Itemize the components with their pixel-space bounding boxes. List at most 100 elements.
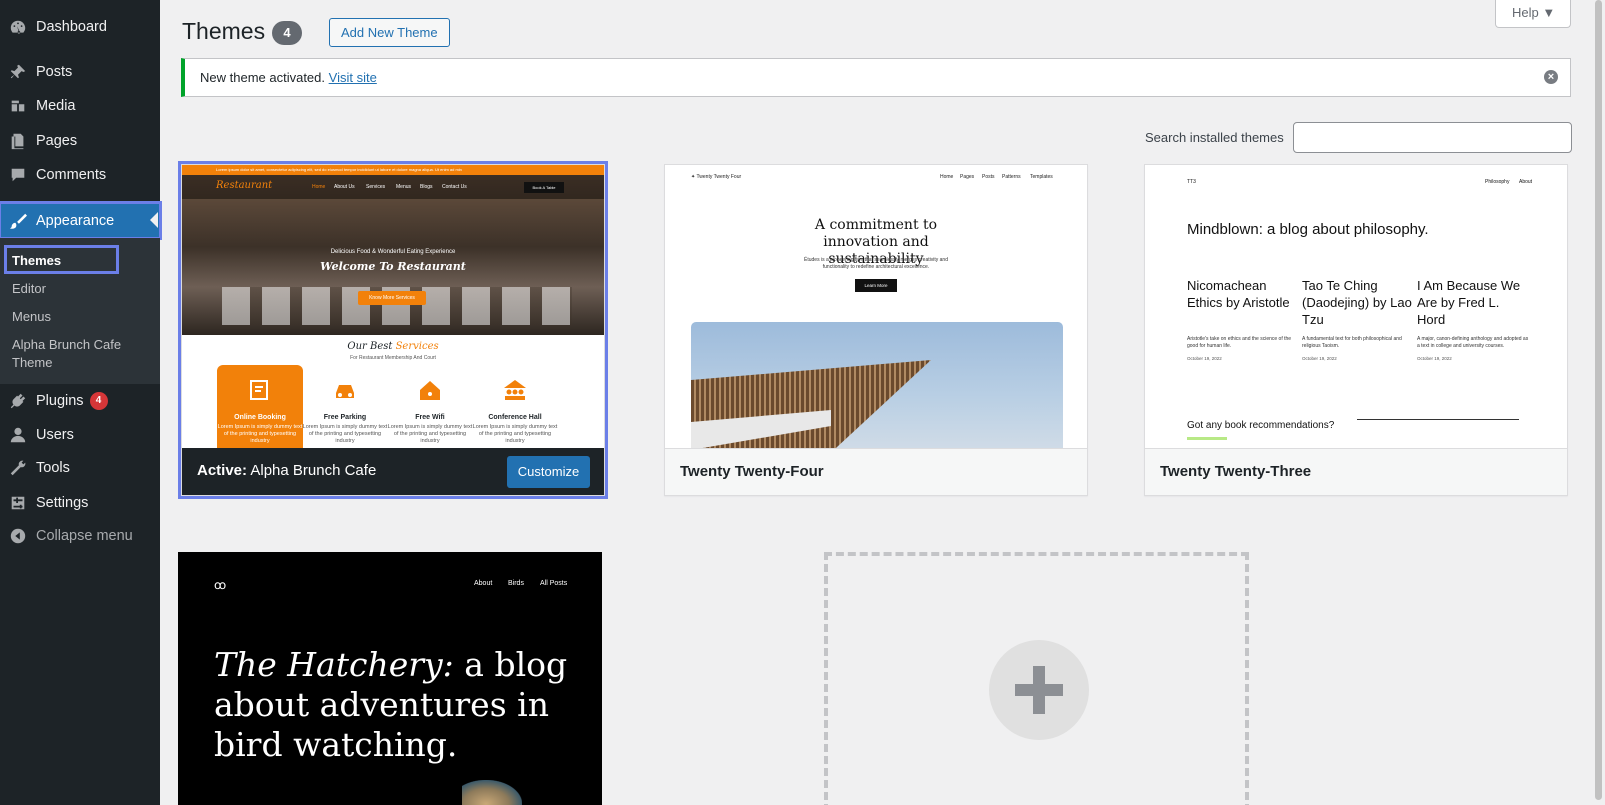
visit-site-link[interactable]: Visit site [329, 70, 377, 85]
theme-card-twenty-twenty-three[interactable]: TT3 Philosophy About Mindblown: a blog a… [1144, 164, 1568, 496]
submenu-theme-page[interactable]: Alpha Brunch Cafe Theme [12, 336, 132, 372]
service-desc: Lorem Ipsum is simply dummy text of the … [472, 424, 558, 444]
pages-icon [0, 132, 36, 150]
heading-italic: The Hatchery: [214, 645, 454, 684]
preview-site-name: Twenty Twenty Four [696, 174, 742, 180]
theme-screenshot: TT3 Philosophy About Mindblown: a blog a… [1145, 165, 1567, 448]
service-card: Conference Hall Lorem Ipsum is simply du… [472, 365, 558, 448]
nav-item: Services [366, 184, 386, 190]
preview-site-title: TT3 [1187, 179, 1196, 185]
book-table-button: Book A Table [524, 182, 564, 193]
preview-nav-item: Templates [1030, 174, 1053, 180]
menu-label: Media [36, 98, 76, 114]
menu-pages[interactable]: Pages [0, 124, 160, 158]
menu-tools[interactable]: Tools [0, 451, 160, 485]
restaurant-logo: Restaurant [216, 180, 273, 191]
settings-icon [0, 494, 36, 512]
services-heading: Our Best Services [182, 341, 604, 352]
customize-button[interactable]: Customize [507, 456, 590, 488]
paintbrush-icon [0, 212, 36, 230]
accent-bar [1187, 437, 1227, 440]
page-scrollbar[interactable] [1592, 0, 1605, 805]
wifi-house-icon [420, 381, 440, 400]
submenu-editor[interactable]: Editor [12, 280, 46, 298]
submenu-menus[interactable]: Menus [12, 308, 51, 326]
menu-media[interactable]: Media [0, 89, 160, 123]
theme-card-twenty-twenty-four[interactable]: ✦ Twenty Twenty Four Home Pages Posts Pa… [664, 164, 1088, 496]
menu-settings[interactable]: Settings [0, 486, 160, 520]
menu-appearance[interactable]: Appearance [0, 201, 162, 240]
service-title: Free Parking [323, 414, 367, 421]
service-card: Free Parking Lorem Ipsum is simply dummy… [302, 365, 388, 448]
menu-label: Collapse menu [36, 528, 133, 544]
admin-sidebar: Dashboard Posts Media Pages Comments App… [0, 0, 162, 805]
collapse-icon [0, 527, 36, 545]
nav-item: Home [312, 184, 326, 190]
theme-name-bar: Twenty Twenty-Three [1145, 448, 1567, 495]
pushpin-icon [0, 63, 36, 81]
dismiss-icon[interactable]: × [1544, 70, 1558, 84]
preview-nav-item: Pages [960, 174, 975, 180]
preview-nav-item: Patterns [1002, 174, 1021, 180]
theme-card-alpha-brunch-cafe[interactable]: Lorem ipsum dolor sit amet, consectetur … [178, 161, 608, 499]
menu-comments[interactable]: Comments [0, 158, 160, 192]
active-label: Active: [197, 462, 248, 479]
comments-icon [0, 166, 36, 184]
post-excerpt: A fundamental text for both philosophica… [1302, 336, 1402, 349]
preview-nav-item: About [1519, 179, 1533, 185]
themes-screen: Themes 4 Add New Theme Help ▼ New theme … [160, 0, 1605, 805]
add-new-theme-card[interactable] [824, 552, 1249, 805]
dashboard-icon [0, 18, 36, 36]
post-date: October 19, 2022 [1417, 356, 1452, 361]
menu-plugins[interactable]: Plugins 4 [0, 384, 160, 418]
service-title: Conference Hall [488, 414, 542, 421]
media-icon [0, 97, 36, 115]
menu-dashboard[interactable]: Dashboard [0, 10, 160, 44]
post-date: October 19, 2022 [1187, 356, 1222, 361]
add-new-theme-button[interactable]: Add New Theme [329, 18, 450, 47]
menu-label: Pages [36, 133, 78, 149]
menu-users[interactable]: Users [0, 418, 160, 452]
post-title: Tao Te Ching (Daodejing) by Lao Tzu [1302, 278, 1412, 327]
theme-card-hatchery[interactable]: ꝏ About Birds All Posts The Hatchery: a … [178, 552, 602, 805]
menu-label: Appearance [36, 212, 115, 229]
menu-label: Comments [36, 167, 107, 183]
plugin-icon [0, 392, 36, 410]
preview-building-image [691, 322, 1063, 448]
menu-label: Tools [36, 460, 70, 476]
preview-nav-item: About [474, 580, 493, 587]
service-desc: Lorem Ipsum is simply dummy text of the … [217, 424, 303, 444]
car-icon [336, 385, 354, 398]
theme-activated-notice: New theme activated. Visit site × [181, 58, 1571, 97]
preview-nav-item: Home [940, 174, 954, 180]
wrench-icon [0, 459, 36, 477]
scrollbar-thumb[interactable] [1595, 0, 1602, 800]
themes-highlight-box [4, 245, 119, 274]
preview-site-title: ✦ Twenty Twenty Four [691, 174, 742, 180]
search-installed-themes-input[interactable] [1293, 122, 1572, 153]
collapse-menu-button[interactable]: Collapse menu [0, 519, 160, 553]
menu-label: Posts [36, 64, 73, 80]
theme-name-bar: Twenty Twenty-Four [665, 448, 1087, 495]
page-title: Themes [182, 18, 266, 44]
menu-posts[interactable]: Posts [0, 55, 160, 89]
menu-label: Settings [36, 495, 89, 511]
preview-question: Got any book recommendations? [1187, 420, 1335, 431]
preview-text: Études is a pioneering firm that seamles… [804, 257, 948, 270]
theme-screenshot: Lorem ipsum dolor sit amet, consectetur … [182, 165, 604, 448]
current-menu-arrow [150, 212, 158, 228]
preview-nav-item: Posts [982, 174, 995, 180]
plus-icon [989, 640, 1089, 740]
topbar-text: Lorem ipsum dolor sit amet, consectetur … [216, 167, 462, 172]
plus-horizontal [1015, 684, 1063, 696]
bird-image [462, 780, 522, 805]
menu-label: Plugins [36, 393, 84, 409]
nav-item: Blogs [420, 184, 433, 190]
post-excerpt: Aristotle's take on ethics and the scien… [1187, 336, 1292, 349]
help-tab-button[interactable]: Help ▼ [1495, 0, 1571, 28]
hero-button: Know More Services [358, 291, 426, 305]
theme-name-bar: Active: Alpha Brunch Cafe Customize [182, 448, 604, 495]
theme-count-badge: 4 [272, 21, 302, 45]
notice-text: New theme activated. [200, 70, 326, 85]
service-card: Free Wifi Lorem Ipsum is simply dummy te… [387, 365, 473, 448]
